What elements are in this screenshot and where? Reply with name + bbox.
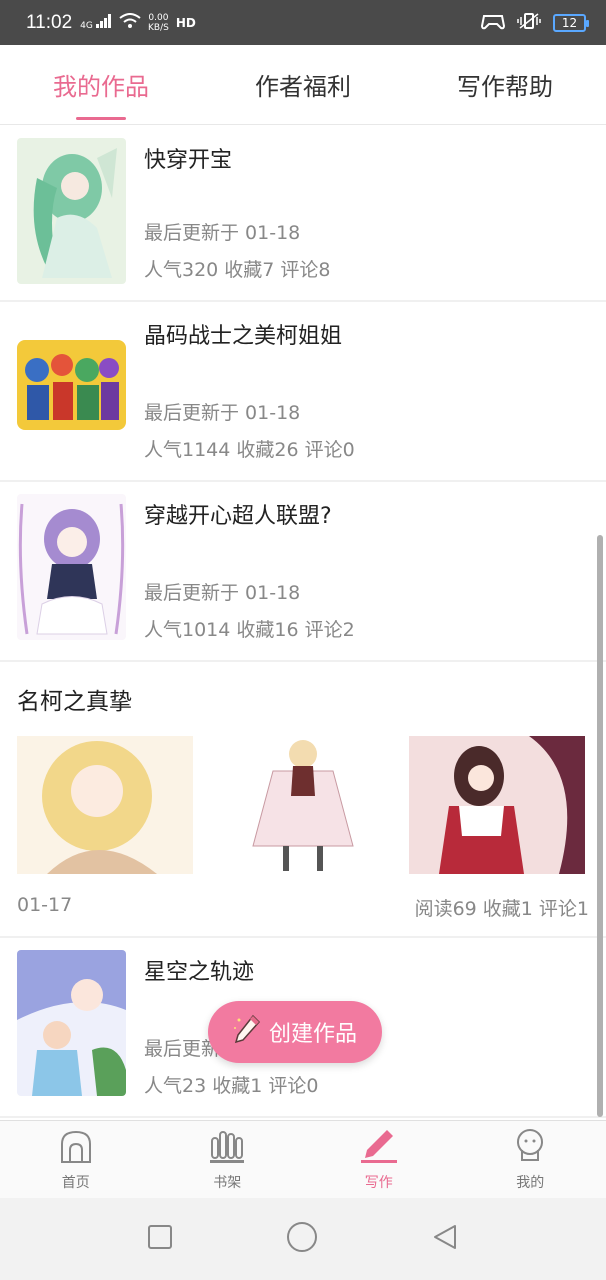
nav-bookshelf[interactable]: 书架 (152, 1121, 304, 1198)
gallery-post-stats: 阅读69 收藏1 评论1 (414, 898, 589, 920)
signal-icon: 4G (80, 14, 112, 31)
profile-icon (512, 1128, 548, 1168)
work-title: 星空之轨迹 (144, 960, 255, 985)
pencil-icon (233, 1014, 261, 1050)
network-speed: 0.00 KB/S (148, 13, 169, 33)
work-item[interactable]: 快穿开宝 最后更新于 01-18 人气320 收藏7 评论8 (0, 126, 606, 302)
work-title: 快穿开宝 (144, 148, 233, 173)
gallery-post-title: 名柯之真挚 (17, 689, 132, 715)
work-title: 晶码战士之美柯姐姐 (144, 324, 343, 349)
nav-home[interactable]: 首页 (0, 1121, 152, 1198)
work-updated: 最后更新于 01-18 (144, 402, 301, 424)
battery-level: 12 (561, 15, 578, 30)
nav-label: 写作 (364, 1174, 393, 1191)
status-bar: 11:02 4G 0.00 KB/S HD 12 (0, 0, 606, 45)
wifi-icon (119, 13, 141, 32)
battery-icon: 12 (553, 13, 589, 32)
work-cover (17, 950, 126, 1096)
speed-value: 0.00 (148, 12, 169, 23)
nav-label: 书架 (213, 1174, 242, 1191)
tab-label: 写作帮助 (457, 73, 553, 101)
home-icon (58, 1128, 94, 1168)
tab-writing-help[interactable]: 写作帮助 (404, 45, 606, 124)
works-list: 快穿开宝 最后更新于 01-18 人气320 收藏7 评论8 晶码战士之美柯姐姐… (0, 126, 606, 1120)
top-tabs: 我的作品 作者福利 写作帮助 (0, 45, 606, 125)
game-icon (480, 12, 506, 34)
work-stats: 人气1144 收藏26 评论0 (144, 439, 355, 461)
work-cover (17, 340, 126, 430)
tab-author-benefits[interactable]: 作者福利 (202, 45, 404, 124)
create-work-label: 创建作品 (268, 1022, 357, 1047)
tab-label: 作者福利 (255, 73, 351, 101)
network-type: 4G (80, 21, 93, 31)
nav-profile[interactable]: 我的 (455, 1121, 606, 1198)
gallery-image (213, 736, 389, 874)
bottom-nav: 首页 书架 写作 我的 (0, 1120, 606, 1198)
work-cover (17, 138, 126, 284)
gallery-post[interactable]: 名柯之真挚 01-17 阅读69 收藏1 评论1 (0, 662, 606, 938)
work-stats: 人气320 收藏7 评论8 (144, 259, 331, 281)
work-cover (17, 494, 126, 640)
work-updated: 最后更新于 01-18 (144, 222, 301, 244)
create-work-button[interactable]: 创建作品 (208, 1001, 382, 1063)
bookshelf-icon (209, 1128, 245, 1168)
gallery-post-date: 01-17 (17, 894, 73, 916)
work-stats: 人气23 收藏1 评论0 (144, 1075, 319, 1097)
scrollbar[interactable] (597, 535, 603, 1117)
gallery-image (409, 736, 585, 874)
work-title: 穿越开心超人联盟? (144, 504, 332, 529)
back-button[interactable] (431, 1223, 459, 1255)
work-item[interactable]: 晶码战士之美柯姐姐 最后更新于 01-18 人气1144 收藏26 评论0 (0, 302, 606, 482)
nav-label: 我的 (516, 1174, 545, 1191)
tab-label: 我的作品 (53, 73, 149, 101)
hd-indicator: HD (175, 15, 196, 30)
pencil-icon (359, 1128, 399, 1168)
speed-unit: KB/S (148, 22, 169, 33)
work-updated: 最后更新于 01-18 (144, 582, 301, 604)
nav-write[interactable]: 写作 (303, 1121, 455, 1198)
vibrate-icon (517, 12, 541, 34)
work-item[interactable]: 穿越开心超人联盟? 最后更新于 01-18 人气1014 收藏16 评论2 (0, 482, 606, 662)
status-time: 11:02 (26, 11, 73, 33)
recent-apps-button[interactable] (147, 1224, 173, 1254)
tab-my-works[interactable]: 我的作品 (0, 45, 202, 124)
gallery-image (17, 736, 193, 874)
system-nav-bar (0, 1198, 606, 1280)
home-button[interactable] (286, 1221, 318, 1257)
work-stats: 人气1014 收藏16 评论2 (144, 619, 355, 641)
nav-label: 首页 (61, 1174, 90, 1191)
